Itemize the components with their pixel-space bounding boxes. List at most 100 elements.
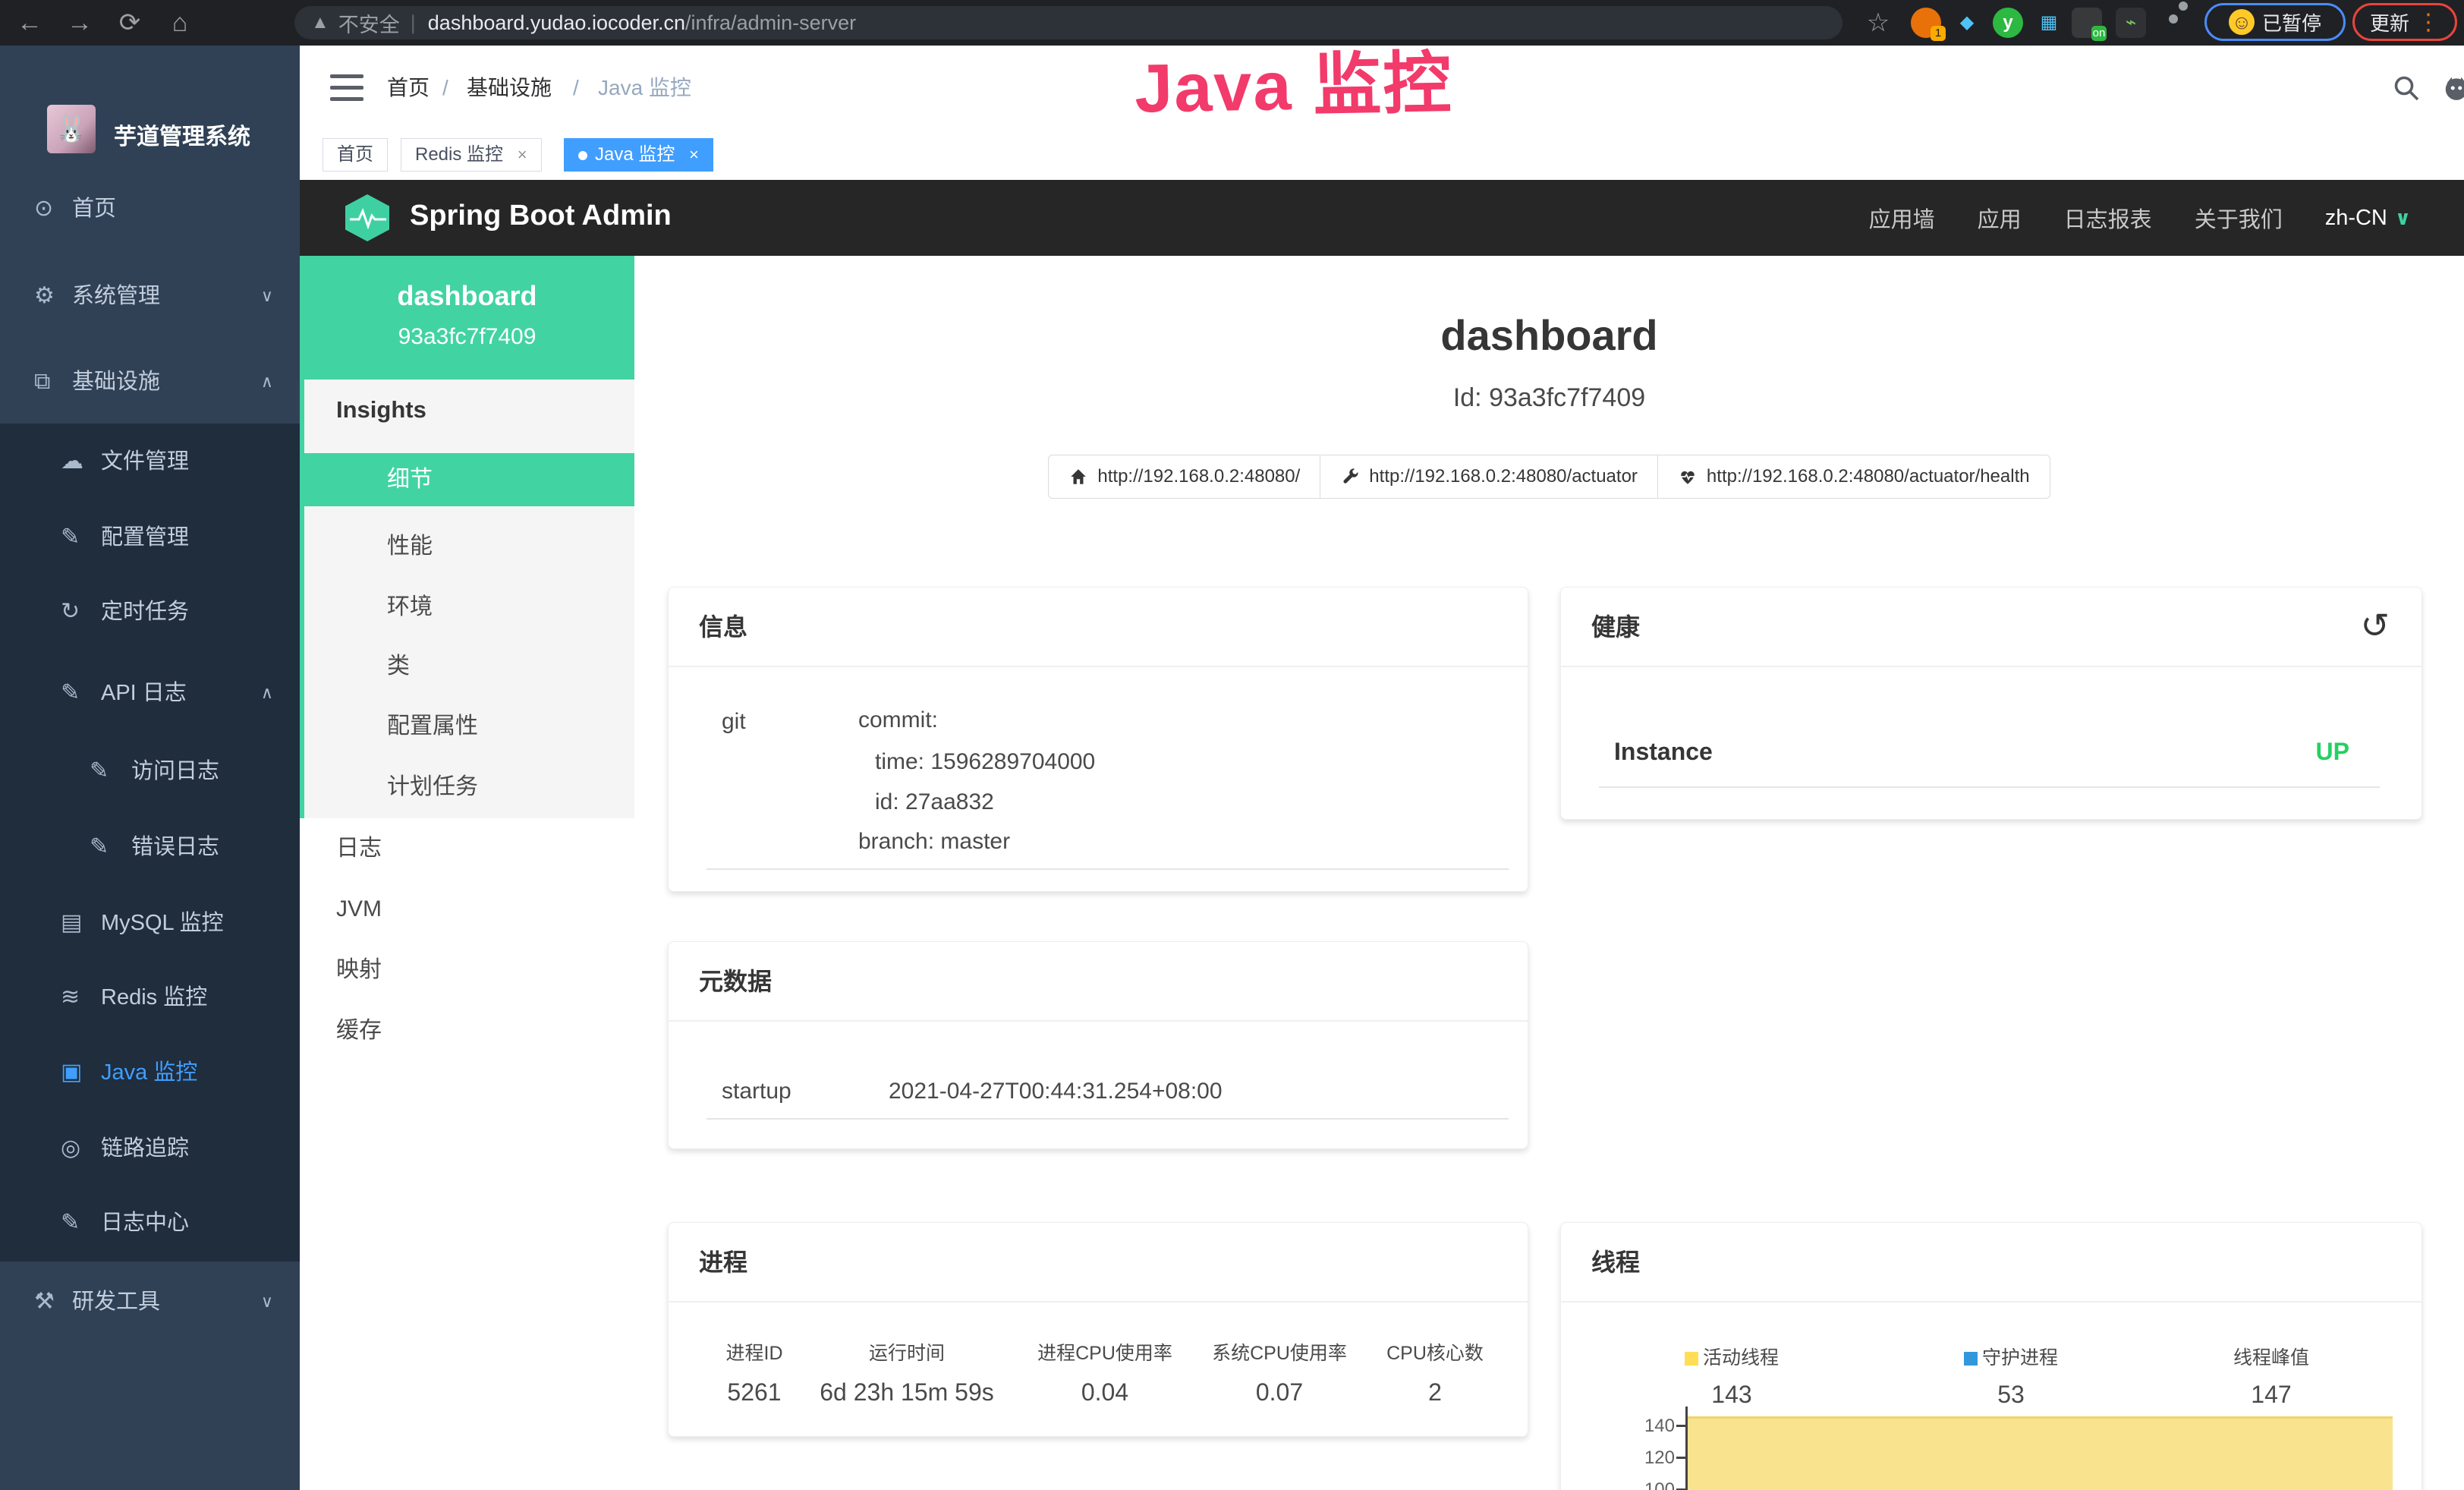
- paused-label: 已暂停: [2262, 8, 2321, 36]
- sidebar-item-mysql-monitor[interactable]: ▤ MySQL 监控: [0, 885, 300, 961]
- health-url-button[interactable]: http://192.168.0.2:48080/actuator/health: [1657, 455, 2050, 499]
- extension-icon-5[interactable]: on: [2072, 8, 2102, 38]
- browser-back-icon[interactable]: ←: [11, 5, 49, 41]
- sba-insights-section: Insights 细节 性能 环境 类 配置属性 计划任务: [300, 380, 634, 818]
- extensions-puzzle-icon[interactable]: [2157, 8, 2187, 38]
- browser-forward-icon[interactable]: →: [61, 5, 99, 41]
- sidebar-item-dev-tools[interactable]: ⚒ 研发工具 ∨: [0, 1264, 300, 1340]
- paused-chip[interactable]: ☺ 已暂停: [2204, 3, 2346, 41]
- sidebar-item-access-log[interactable]: ✎ 访问日志: [0, 733, 300, 809]
- sidebar-item-file-mgmt[interactable]: ☁ 文件管理: [0, 424, 300, 499]
- home-icon: [1068, 467, 1088, 487]
- sba-menu-mappings[interactable]: 映射: [300, 947, 634, 993]
- log-edit-icon: ✎: [90, 733, 109, 809]
- log-edit-icon: ✎: [61, 655, 80, 731]
- browser-menu-kebab-icon[interactable]: ⋮: [2417, 9, 2440, 36]
- toolbox-icon: ⚒: [34, 1264, 55, 1340]
- address-bar[interactable]: ▲ 不安全 | dashboard.yudao.iocoder.cn/infra…: [294, 6, 1842, 39]
- sidebar-item-tracing[interactable]: ◎ 链路追踪: [0, 1110, 300, 1186]
- info-row-label: git: [722, 709, 746, 735]
- extension-icon-6[interactable]: ⌁: [2116, 8, 2146, 38]
- sidebar-item-home[interactable]: ⊙ 首页: [0, 171, 300, 247]
- sba-menu-jvm[interactable]: JVM: [300, 887, 634, 932]
- system-cpu: 0.07: [1256, 1378, 1303, 1407]
- sba-menu-details[interactable]: 细节: [300, 453, 634, 506]
- history-icon[interactable]: ↺: [2360, 587, 2390, 667]
- sba-menu-caches[interactable]: 缓存: [300, 1008, 634, 1054]
- breadcrumb-home[interactable]: 首页: [387, 46, 430, 131]
- chevron-down-icon: ∨: [2395, 206, 2411, 229]
- legend-daemon-threads: 守护进程: [1964, 1343, 2058, 1370]
- bookmark-star-icon[interactable]: ☆: [1859, 5, 1897, 41]
- sidebar-item-java-monitor[interactable]: ▣ Java 监控: [0, 1035, 300, 1110]
- sba-nav-journal[interactable]: 日志报表: [2064, 202, 2152, 234]
- sidebar-item-scheduled-jobs[interactable]: ↻ 定时任务: [0, 574, 300, 650]
- sidebar-item-api-log[interactable]: ✎ API 日志 ∧: [0, 655, 300, 731]
- search-icon[interactable]: [2384, 65, 2429, 111]
- row-divider: [706, 1118, 1509, 1120]
- active-tab-dot: [578, 151, 587, 160]
- metadata-card-title: 元数据: [669, 942, 1528, 1022]
- sba-menu-logfile[interactable]: 日志: [300, 826, 634, 871]
- sba-menu-environment[interactable]: 环境: [300, 586, 634, 628]
- timer-icon: ↻: [61, 574, 80, 650]
- browser-reload-icon[interactable]: ⟳: [111, 5, 149, 41]
- peak-threads-value: 147: [2251, 1381, 2291, 1409]
- sba-menu-config-props[interactable]: 配置属性: [300, 705, 634, 748]
- sba-nav-about[interactable]: 关于我们: [2195, 202, 2283, 234]
- daemon-threads-value: 53: [1997, 1381, 2025, 1409]
- y-tick-120: 120: [1622, 1447, 1675, 1469]
- tab-redis-monitor[interactable]: Redis 监控 ×: [401, 138, 542, 172]
- live-threads-value: 143: [1711, 1381, 1751, 1409]
- sba-menu-scheduled-tasks[interactable]: 计划任务: [300, 766, 634, 808]
- tab-home[interactable]: 首页: [323, 138, 388, 172]
- sba-nav-wallboard[interactable]: 应用墙: [1869, 202, 1935, 234]
- sba-instance-header[interactable]: dashboard 93a3fc7f7409: [300, 256, 634, 380]
- sba-menu-metrics[interactable]: 性能: [300, 525, 634, 568]
- extension-icon-1[interactable]: 1: [1911, 8, 1941, 38]
- cpu-cores: 2: [1428, 1378, 1442, 1407]
- browser-home-icon[interactable]: ⌂: [161, 5, 199, 41]
- sidebar-item-error-log[interactable]: ✎ 错误日志: [0, 809, 300, 885]
- extension-icon-3[interactable]: y: [1993, 8, 2023, 38]
- health-status-badge: UP: [2316, 738, 2349, 766]
- extension-icon-2[interactable]: ◆: [1952, 8, 1982, 38]
- tab-java-monitor[interactable]: Java 监控 ×: [564, 138, 713, 172]
- sba-menu-classes[interactable]: 类: [300, 645, 634, 688]
- process-uptime: 6d 23h 15m 59s: [820, 1378, 994, 1407]
- breadcrumb-infrastructure[interactable]: 基础设施: [467, 46, 552, 131]
- instance-name: dashboard: [300, 280, 634, 312]
- app-logo-avatar[interactable]: 🐰: [47, 105, 96, 153]
- hamburger-icon[interactable]: [330, 71, 363, 105]
- service-url-button[interactable]: http://192.168.0.2:48080/: [1048, 455, 1320, 499]
- github-icon[interactable]: [2434, 65, 2464, 111]
- sba-sidebar: dashboard 93a3fc7f7409 Insights 细节 性能 环境…: [300, 256, 635, 1490]
- breadcrumb-separator: /: [442, 46, 448, 131]
- health-card-title: 健康: [1561, 587, 2422, 667]
- update-chip[interactable]: 更新 ⋮: [2352, 3, 2457, 41]
- legend-live-threads: 活动线程: [1685, 1343, 1779, 1370]
- sba-nav-applications[interactable]: 应用: [1978, 202, 2022, 234]
- metadata-card: 元数据 startup 2021-04-27T00:44:31.254+08:0…: [668, 941, 1528, 1149]
- process-cpu: 0.04: [1081, 1378, 1128, 1407]
- annotation-java-monitor: Java 监控: [1134, 27, 1453, 131]
- metadata-row-value: 2021-04-27T00:44:31.254+08:00: [889, 1079, 1223, 1104]
- sidebar-item-redis-monitor[interactable]: ≋ Redis 监控: [0, 959, 300, 1035]
- close-icon[interactable]: ×: [518, 145, 527, 164]
- sidebar-item-log-center[interactable]: ✎ 日志中心: [0, 1185, 300, 1261]
- process-card-title: 进程: [669, 1223, 1528, 1303]
- sidebar-item-infrastructure[interactable]: ⧉ 基础设施 ∧: [0, 344, 300, 420]
- home-dashboard-icon: ⊙: [34, 171, 53, 247]
- app-title: 芋道管理系统: [114, 118, 250, 151]
- monitor-icon: ⧉: [34, 344, 50, 420]
- sidebar-item-config-mgmt[interactable]: ✎ 配置管理: [0, 499, 300, 575]
- edit-icon: ✎: [61, 499, 80, 575]
- chevron-down-icon: ∨: [261, 258, 273, 334]
- sba-language-select[interactable]: zh-CN∨: [2325, 206, 2411, 231]
- sidebar-item-system-mgmt[interactable]: ⚙ 系统管理 ∨: [0, 258, 300, 334]
- actuator-url-button[interactable]: http://192.168.0.2:48080/actuator: [1320, 455, 1658, 499]
- cloud-upload-icon: ☁: [61, 424, 83, 499]
- extension-icon-4[interactable]: ▦: [2034, 8, 2064, 38]
- close-icon[interactable]: ×: [689, 145, 699, 164]
- eye-icon: ◎: [61, 1110, 80, 1186]
